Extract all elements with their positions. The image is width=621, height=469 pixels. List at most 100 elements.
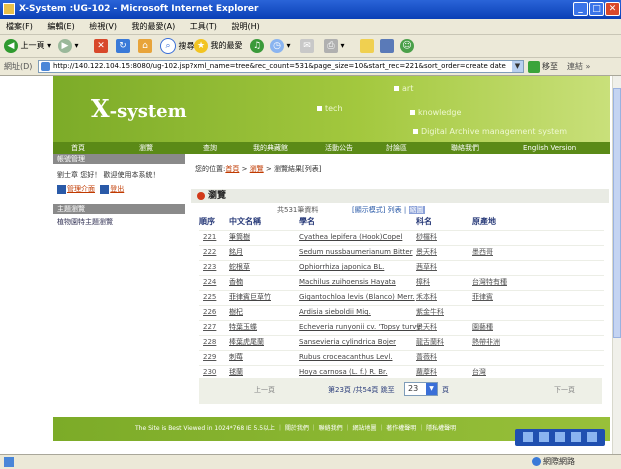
col-header-origin: 原產地 bbox=[472, 217, 496, 226]
row-family[interactable]: 龍舌蘭科 bbox=[416, 335, 444, 350]
row-family[interactable]: 桫欏科 bbox=[416, 230, 437, 245]
vertical-scrollbar[interactable] bbox=[612, 76, 621, 454]
row-family[interactable]: 樟科 bbox=[416, 275, 430, 290]
row-chinese-name[interactable]: 香楠 bbox=[229, 275, 243, 290]
address-url: http://140.122.104.15:8080/ug-102.jsp?xm… bbox=[53, 62, 506, 70]
breadcrumb-browse[interactable]: 瀏覽 bbox=[250, 165, 264, 173]
row-scientific-name[interactable]: Gigantochloa levis (Blanco) Merr. bbox=[299, 290, 415, 305]
row-scientific-name[interactable]: Ardisia sieboldii Miq. bbox=[299, 305, 371, 320]
search-button[interactable]: ⌕ 搜尋 bbox=[160, 38, 195, 54]
nav-forum[interactable]: 討論區 bbox=[386, 142, 407, 154]
address-dropdown-icon[interactable]: ▼ bbox=[512, 61, 523, 72]
manage-link[interactable]: 管理介面 bbox=[67, 185, 95, 193]
row-family[interactable]: 景天科 bbox=[416, 245, 437, 260]
row-chinese-name[interactable]: 特葉玉蝶 bbox=[229, 320, 257, 335]
row-family[interactable]: 景天科 bbox=[416, 320, 437, 335]
row-origin[interactable]: 菲律賓 bbox=[472, 290, 493, 305]
row-family[interactable]: 薔薇科 bbox=[416, 350, 437, 365]
forward-button[interactable]: ▶ ▾ bbox=[58, 38, 79, 54]
row-chinese-name[interactable]: 樹杞 bbox=[229, 305, 243, 320]
row-family[interactable]: 茜草科 bbox=[416, 260, 437, 275]
nav-contact[interactable]: 聯絡我們 bbox=[451, 142, 479, 154]
ime-icon-3[interactable] bbox=[555, 432, 565, 442]
row-chinese-name[interactable]: 刺莓 bbox=[229, 350, 243, 365]
sidebar-item-topic[interactable]: 植物園特主題瀏覽 bbox=[53, 214, 185, 230]
nav-english[interactable]: English Version bbox=[523, 142, 576, 154]
mode-thumbnail-link[interactable]: 縮圖 bbox=[408, 206, 425, 214]
row-origin[interactable]: 墨西哥 bbox=[472, 245, 493, 260]
page-select[interactable]: 23 ▼ bbox=[404, 382, 438, 396]
menu-help[interactable]: 說明(H) bbox=[225, 19, 265, 34]
home-button[interactable]: ⌂ bbox=[138, 38, 152, 54]
favorites-label: 我的最愛 bbox=[210, 41, 243, 50]
table-row: 224 香楠 Machilus zuihoensis Hayata 樟科 台灣特有種 bbox=[189, 275, 610, 290]
row-scientific-name[interactable]: Sedum nussbaumerianum Bitter bbox=[299, 245, 413, 260]
row-chinese-name[interactable]: 菲律賓巨草竹 bbox=[229, 290, 271, 305]
menu-favorites[interactable]: 我的最愛(A) bbox=[126, 19, 182, 34]
nav-home[interactable]: 首頁 bbox=[71, 142, 85, 154]
address-input[interactable]: http://140.122.104.15:8080/ug-102.jsp?xm… bbox=[38, 60, 524, 73]
messenger-button[interactable]: ☺ bbox=[400, 38, 414, 54]
row-scientific-name[interactable]: Machilus zuihoensis Hayata bbox=[299, 275, 396, 290]
back-label: 上一頁 bbox=[20, 41, 45, 50]
menu-file[interactable]: 檔案(F) bbox=[0, 19, 39, 34]
row-chinese-name[interactable]: 筆筒樹 bbox=[229, 230, 250, 245]
refresh-icon: ↻ bbox=[116, 38, 130, 53]
edit-button[interactable] bbox=[360, 38, 374, 54]
scroll-thumb[interactable] bbox=[613, 88, 621, 338]
row-chinese-name[interactable]: 棒葉虎尾蘭 bbox=[229, 335, 264, 350]
row-origin[interactable]: 園藝種 bbox=[472, 320, 493, 335]
row-divider bbox=[199, 260, 604, 261]
row-family[interactable]: 禾本科 bbox=[416, 290, 437, 305]
ime-toolbar[interactable] bbox=[515, 429, 605, 446]
pagination: 上一頁 第23頁 /共54頁 跳至 23 ▼ 頁 下一頁 bbox=[199, 378, 602, 404]
logout-link[interactable]: 登出 bbox=[110, 185, 124, 193]
nav-search[interactable]: 查詢 bbox=[203, 142, 217, 154]
ime-icon-5[interactable] bbox=[587, 432, 597, 442]
print-button[interactable]: ⎙ ▾ bbox=[324, 38, 345, 54]
menu-view[interactable]: 檢視(V) bbox=[83, 19, 123, 34]
row-scientific-name[interactable]: Rubus croceacanthus Levl. bbox=[299, 350, 393, 365]
history-button[interactable]: ◷ ▾ bbox=[270, 38, 291, 54]
stop-button[interactable]: ✕ bbox=[94, 38, 108, 54]
mail-button[interactable]: ✉ bbox=[300, 38, 314, 54]
links-button[interactable]: 連結 » bbox=[567, 58, 590, 75]
refresh-button[interactable]: ↻ bbox=[116, 38, 130, 54]
row-scientific-name[interactable]: Cyathea lepifera (Hook)Copel bbox=[299, 230, 402, 245]
ime-icon-4[interactable] bbox=[571, 432, 581, 442]
row-number: 227 bbox=[203, 323, 217, 331]
media-button[interactable]: ♫ bbox=[250, 38, 264, 54]
menu-tools[interactable]: 工具(T) bbox=[184, 19, 223, 34]
breadcrumb-home[interactable]: 首頁 bbox=[225, 165, 239, 173]
go-button[interactable]: 移至 bbox=[528, 60, 558, 73]
nav-events[interactable]: 活動公告 bbox=[325, 142, 353, 154]
back-button[interactable]: ◀ 上一頁 ▾ bbox=[4, 38, 51, 54]
row-origin[interactable]: 台灣特有種 bbox=[472, 275, 507, 290]
discuss-button[interactable] bbox=[380, 38, 394, 54]
ime-icon-1[interactable] bbox=[523, 432, 533, 442]
row-origin[interactable]: 熱帶非洲 bbox=[472, 335, 500, 350]
site-logo[interactable]: X-system bbox=[91, 94, 187, 123]
row-family[interactable]: 紫金牛科 bbox=[416, 305, 444, 320]
nav-my-collection[interactable]: 我的典藏館 bbox=[253, 142, 288, 154]
nav-browse[interactable]: 瀏覽 bbox=[139, 142, 153, 154]
globe-icon bbox=[532, 457, 541, 466]
minimize-button[interactable]: _ bbox=[573, 2, 588, 16]
maximize-button[interactable]: □ bbox=[589, 2, 604, 16]
table-row: 221 筆筒樹 Cyathea lepifera (Hook)Copel 桫欏科 bbox=[189, 230, 610, 245]
ime-icon-2[interactable] bbox=[539, 432, 549, 442]
favorites-button[interactable]: ★ 我的最愛 bbox=[194, 38, 243, 54]
row-scientific-name[interactable]: Sansevieria cylindrica Bojer bbox=[299, 335, 396, 350]
row-scientific-name[interactable]: Ophiorrhiza japonica BL. bbox=[299, 260, 384, 275]
menu-edit[interactable]: 編輯(E) bbox=[41, 19, 80, 34]
row-chinese-name[interactable]: 蛇根草 bbox=[229, 260, 250, 275]
close-button[interactable]: ✕ bbox=[605, 2, 620, 16]
main-content: 您的位置:首頁 > 瀏覽 > 瀏覽結果[列表] 瀏覽 共531筆資料 [顯示模式… bbox=[189, 154, 610, 416]
prev-page-link[interactable]: 上一頁 bbox=[254, 385, 275, 395]
breadcrumb: 您的位置:首頁 > 瀏覽 > 瀏覽結果[列表] bbox=[195, 164, 321, 174]
messenger-icon: ☺ bbox=[400, 38, 414, 53]
go-label: 移至 bbox=[542, 62, 558, 71]
row-chinese-name[interactable]: 銘月 bbox=[229, 245, 243, 260]
row-scientific-name[interactable]: Echeveria runyonii cv. 'Topsy turvy' bbox=[299, 320, 422, 335]
next-page-link[interactable]: 下一頁 bbox=[554, 385, 575, 395]
